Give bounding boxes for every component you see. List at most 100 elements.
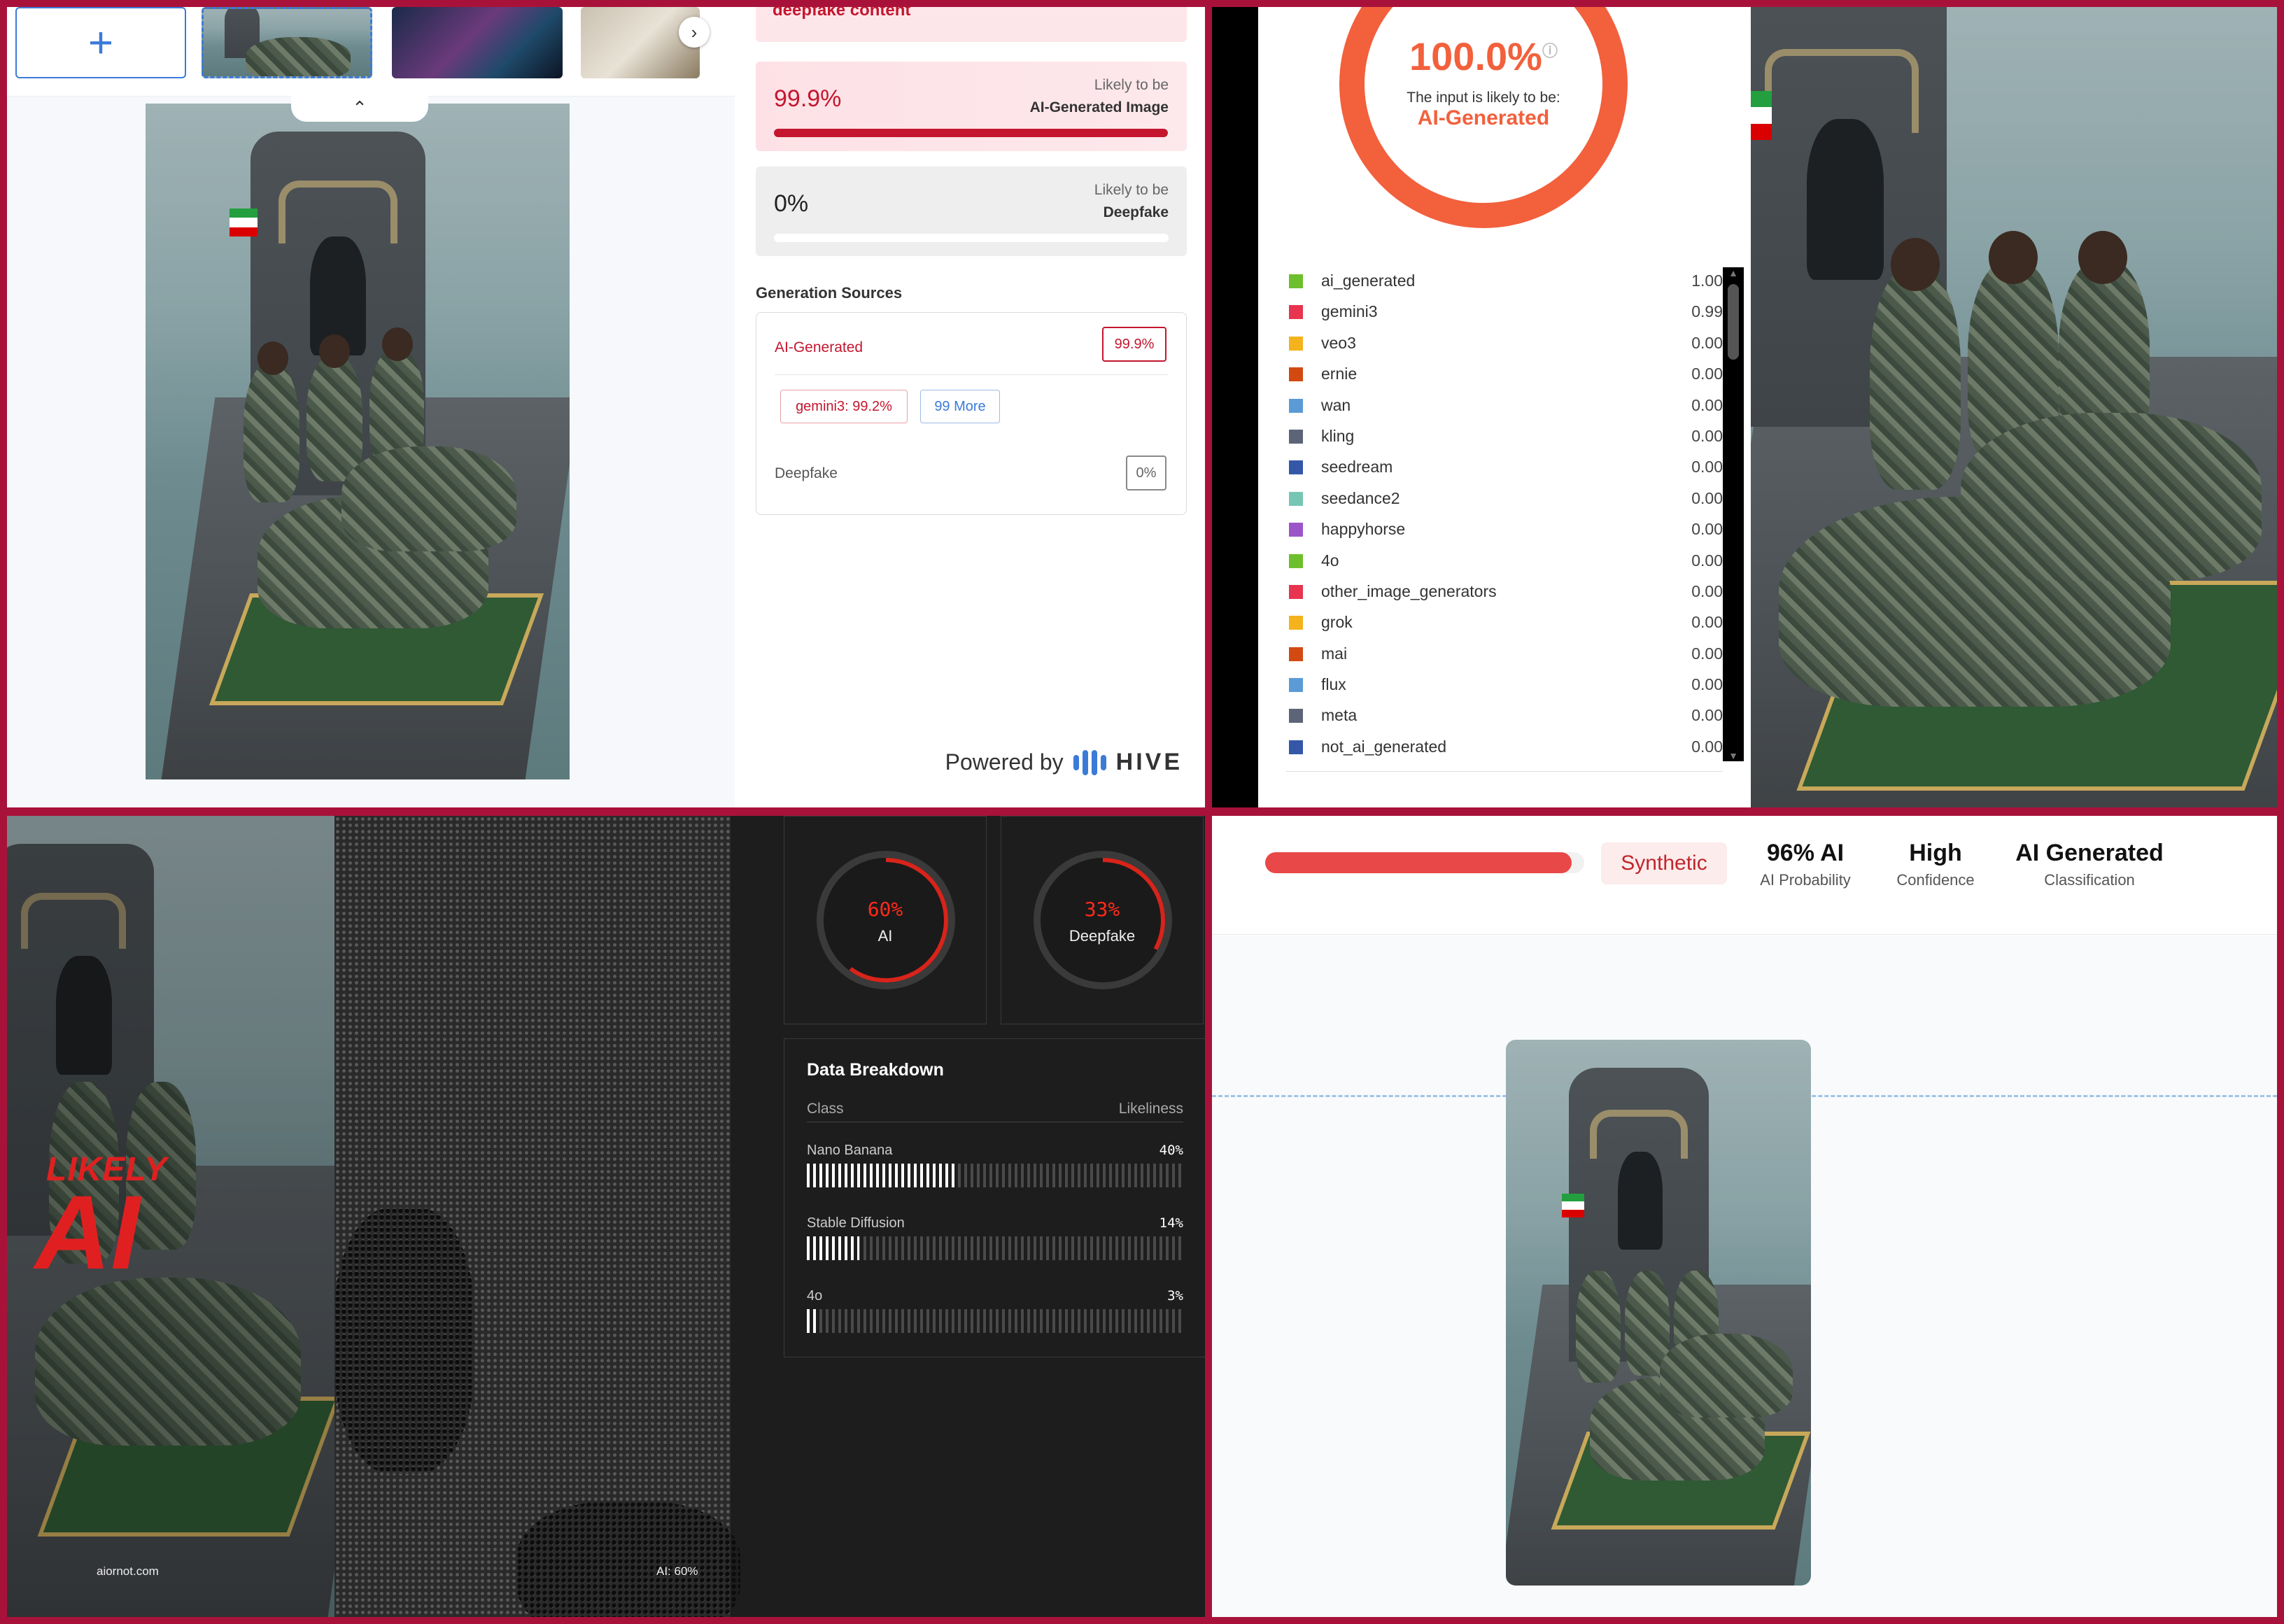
uploaded-image-preview bbox=[1506, 1040, 1811, 1586]
breakdown-bar-fill bbox=[807, 1309, 819, 1333]
legend-item-mai[interactable]: mai 0.00 bbox=[1289, 639, 1723, 670]
deepfake-gauge bbox=[1034, 851, 1172, 989]
class-column-header: Class bbox=[807, 1101, 844, 1117]
legend-label: 4o bbox=[1321, 551, 1339, 570]
ai-gauge-card: 60% AI bbox=[784, 816, 987, 1024]
powered-by-label: Powered by bbox=[945, 749, 1064, 775]
deepfake-score-bar bbox=[774, 234, 1169, 242]
legend-label: veo3 bbox=[1321, 333, 1356, 352]
legend-swatch bbox=[1289, 305, 1303, 320]
scrollbar-thumb[interactable] bbox=[1728, 284, 1739, 360]
donut-classification: AI-Generated bbox=[1417, 106, 1550, 129]
preview-image bbox=[146, 104, 570, 779]
scroll-up-icon[interactable]: ▲ bbox=[1723, 267, 1744, 278]
classifier-legend-panel: 100.0%ⓘ The input is likely to be: AI-Ge… bbox=[1212, 7, 2277, 807]
confidence-donut: 100.0%ⓘ The input is likely to be: AI-Ge… bbox=[1337, 7, 1630, 231]
scroll-down-icon[interactable]: ▼ bbox=[1723, 750, 1744, 761]
legend-item-meta[interactable]: meta 0.00 bbox=[1289, 700, 1723, 731]
ai-generated-score-card: 99.9% Likely to be AI-Generated Image bbox=[756, 62, 1187, 151]
legend-swatch bbox=[1289, 274, 1303, 288]
deepfake-content-strip: deepfake content bbox=[756, 7, 1187, 42]
legend-score: 0.00 bbox=[1691, 551, 1723, 570]
more-sources-button[interactable]: 99 More bbox=[920, 390, 1000, 423]
gemini3-source-pill[interactable]: gemini3: 99.2% bbox=[780, 390, 908, 423]
data-breakdown-card: Data Breakdown Class Likeliness Nano Ban… bbox=[784, 1038, 1205, 1357]
deepfake-gauge-label: Deepfake bbox=[1069, 927, 1136, 945]
legend-label: other_image_generators bbox=[1321, 581, 1497, 600]
legend-swatch bbox=[1289, 523, 1303, 537]
legend-item-ernie[interactable]: ernie 0.00 bbox=[1289, 359, 1723, 390]
ai-probability-stat: 96% AI AI Probability bbox=[1749, 840, 1861, 889]
classification-label: Classification bbox=[2044, 871, 2135, 889]
legend-label: ai_generated bbox=[1321, 271, 1416, 290]
results-panel: deepfake content 99.9% Likely to be AI-G… bbox=[735, 7, 1205, 807]
legend-item-veo3[interactable]: veo3 0.00 bbox=[1289, 328, 1723, 359]
breakdown-percent: 40% bbox=[1159, 1143, 1183, 1158]
generation-sources-title: Generation Sources bbox=[756, 284, 903, 302]
legend-item-grok[interactable]: grok 0.00 bbox=[1289, 607, 1723, 638]
legend-swatch bbox=[1289, 367, 1303, 382]
ai-score-bar bbox=[774, 129, 1169, 137]
legend-item-wan[interactable]: wan 0.00 bbox=[1289, 390, 1723, 421]
legend-score: 0.00 bbox=[1691, 613, 1723, 632]
ai-probability-bar bbox=[1265, 852, 1584, 873]
breakdown-bar bbox=[807, 1236, 1183, 1260]
ai-generated-label: AI-Generated bbox=[775, 339, 863, 355]
thumbnail-2[interactable] bbox=[392, 7, 563, 78]
thumbnail-3[interactable] bbox=[581, 7, 700, 78]
legend-item-kling[interactable]: kling 0.00 bbox=[1289, 421, 1723, 452]
ai-gauge-value: 60% bbox=[867, 898, 903, 921]
legend-item-flux[interactable]: flux 0.00 bbox=[1289, 670, 1723, 700]
breakdown-class: 4o bbox=[807, 1288, 823, 1304]
ai-gauge-label: AI bbox=[877, 927, 893, 945]
legend-swatch bbox=[1289, 491, 1303, 506]
legend-score: 0.00 bbox=[1691, 395, 1723, 414]
ai-verdict-label: AI bbox=[35, 1173, 140, 1291]
class-legend: ai_generated 1.00 gemini3 0.99 veo3 0.00 ernie… bbox=[1289, 266, 1723, 763]
generation-sources-box: AI-Generated 99.9% gemini3: 99.2% 99 Mor… bbox=[756, 312, 1187, 515]
legend-label: ernie bbox=[1321, 365, 1358, 383]
breakdown-class: Nano Banana bbox=[807, 1143, 893, 1158]
halftone-heatmap bbox=[334, 816, 740, 1617]
legend-label: flux bbox=[1321, 675, 1346, 694]
collapse-toggle[interactable]: ⌃ bbox=[291, 94, 428, 122]
legend-score: 0.00 bbox=[1691, 581, 1723, 600]
thumbnail-selected[interactable] bbox=[202, 7, 372, 78]
legend-item-4o[interactable]: 4o 0.00 bbox=[1289, 546, 1723, 577]
ai-generated-badge: 99.9% bbox=[1102, 327, 1166, 362]
breakdown-percent: 14% bbox=[1159, 1215, 1183, 1231]
hive-logo-icon bbox=[1073, 749, 1106, 775]
legend-score: 0.00 bbox=[1691, 706, 1723, 725]
legend-score: 0.00 bbox=[1691, 737, 1723, 756]
data-breakdown-title: Data Breakdown bbox=[807, 1060, 944, 1080]
donut-subtitle: The input is likely to be: bbox=[1407, 90, 1560, 106]
breakdown-bar-fill bbox=[807, 1164, 958, 1187]
legend-item-ai_generated[interactable]: ai_generated 1.00 bbox=[1289, 266, 1723, 297]
hive-detector-panel: + › ⌃ deepfake content 99.9% Likely to b… bbox=[7, 7, 1205, 807]
aiornot-panel: LIKELY AI aiornot.com AI: 60% 60% AI 33%… bbox=[7, 816, 1205, 1617]
next-thumbnails-button[interactable]: › bbox=[679, 17, 710, 48]
legend-label: gemini3 bbox=[1321, 302, 1378, 321]
chevron-up-icon: ⌃ bbox=[352, 97, 367, 118]
synthetic-badge: Synthetic bbox=[1601, 842, 1727, 884]
legend-score: 1.00 bbox=[1691, 271, 1723, 290]
legend-label: mai bbox=[1321, 644, 1348, 663]
deepfake-score-card: 0% Likely to be Deepfake bbox=[756, 167, 1187, 256]
ai-gauge bbox=[817, 851, 955, 989]
legend-item-happyhorse[interactable]: happyhorse 0.00 bbox=[1289, 514, 1723, 545]
deepfake-score-value: 0% bbox=[774, 190, 809, 217]
legend-item-seedream[interactable]: seedream 0.00 bbox=[1289, 452, 1723, 483]
synthetic-detector-panel: Synthetic 96% AI AI Probability High Con… bbox=[1212, 816, 2277, 1617]
info-icon[interactable]: ⓘ bbox=[1542, 42, 1558, 59]
chevron-right-icon: › bbox=[691, 21, 698, 43]
legend-score: 0.99 bbox=[1691, 302, 1723, 321]
legend-swatch bbox=[1289, 553, 1303, 568]
legend-item-not_ai_generated[interactable]: not_ai_generated 0.00 bbox=[1289, 732, 1723, 763]
legend-item-gemini3[interactable]: gemini3 0.99 bbox=[1289, 297, 1723, 327]
sources-divider bbox=[775, 374, 1168, 375]
legend-label: kling bbox=[1321, 426, 1355, 445]
legend-item-seedance2[interactable]: seedance2 0.00 bbox=[1289, 483, 1723, 514]
legend-scrollbar[interactable]: ▲ ▼ bbox=[1723, 267, 1744, 761]
legend-item-other_image_generators[interactable]: other_image_generators 0.00 bbox=[1289, 577, 1723, 607]
add-image-button[interactable]: + bbox=[15, 7, 186, 78]
